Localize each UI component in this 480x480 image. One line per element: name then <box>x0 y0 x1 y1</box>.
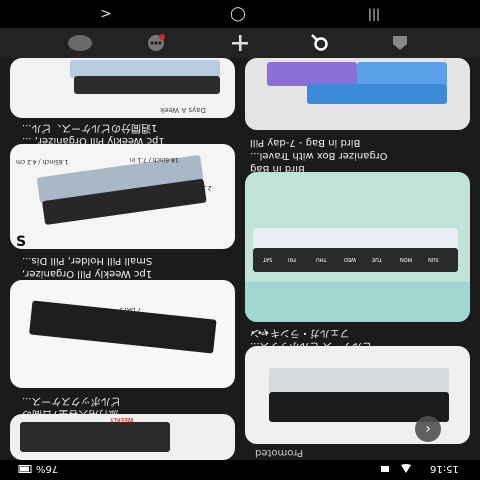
avatar <box>68 35 92 51</box>
tab-chat[interactable] <box>142 31 170 55</box>
more-options-button[interactable]: ••• <box>250 328 271 339</box>
dimension-label: 1.65inch / 4.2 cm <box>16 158 69 165</box>
caption-line: 1週間分のピルケース、ピル... <box>22 122 158 133</box>
home-button[interactable]: ◯ <box>226 4 250 24</box>
day-label: WED <box>344 256 356 262</box>
pin-card-weekly-2[interactable]: S 18.6inch / 7.1 in 2.250 inch 1.65inch … <box>10 144 235 249</box>
pin-feed: Days A Week 1pc Weekly Pill Organizer, .… <box>0 58 480 460</box>
tab-home[interactable] <box>386 31 414 55</box>
caption-line: 1pc Weekly Pill Organizer, <box>22 268 153 279</box>
status-bar: 15:16 76% <box>0 460 480 480</box>
keyboard-image <box>245 282 470 322</box>
tab-create[interactable] <box>226 31 254 55</box>
caption-line: Organizer Box with Travel... <box>250 150 388 161</box>
size-tag: S <box>16 234 27 249</box>
dimension-label: 18.6inch / 7.1 in <box>130 156 179 163</box>
caption-line: Small Pill Holder, Pill Dis... <box>22 255 153 266</box>
plus-icon <box>232 35 248 51</box>
tag-label: 7 DAYS <box>120 306 142 313</box>
day-labels: SUN MON TUE WED THU FRI SAT <box>263 256 448 266</box>
pill-box-image <box>267 62 447 112</box>
pin-caption: 1pc Weekly Pill Organizer, Small Pill Ho… <box>22 254 222 280</box>
caption-line: Bird in Bag - 7-day Pill <box>250 137 361 148</box>
tag-label: Days A Week <box>160 106 206 114</box>
bottom-tab-bar <box>0 28 480 58</box>
home-icon: ◯ <box>230 6 246 22</box>
day-label: FRI <box>288 256 296 262</box>
pin-caption: Bird in Bag Organizer Box with Travel...… <box>250 136 460 175</box>
clock: 15:16 <box>430 463 459 474</box>
pin-card-travel[interactable]: 7 DAYS <box>10 280 235 388</box>
pin-card-pill-case-green[interactable]: SUN MON TUE WED THU FRI SAT <box>245 172 470 322</box>
pill-box-image <box>269 368 449 424</box>
tab-profile[interactable] <box>66 31 94 55</box>
back-icon: > <box>100 6 112 22</box>
battery-icon <box>18 465 32 473</box>
back-button[interactable]: > <box>94 4 118 24</box>
pill-box-image <box>70 60 220 100</box>
day-label: SAT <box>263 256 273 262</box>
home-icon-tab <box>393 36 407 50</box>
recents-button[interactable]: ||| <box>362 4 386 24</box>
notification-icon <box>381 466 389 472</box>
wifi-icon <box>401 464 411 473</box>
pill-box-image <box>253 228 458 278</box>
day-label: MON <box>400 256 412 262</box>
pin-card-weekly-1[interactable]: Days A Week <box>10 58 235 118</box>
pin-card-promoted[interactable]: › <box>245 346 470 444</box>
battery-level: 76% <box>36 463 59 474</box>
day-label: TUE <box>372 256 382 262</box>
recents-icon: ||| <box>367 7 381 21</box>
pin-card-bird-in-bag[interactable] <box>245 58 470 130</box>
system-nav-bar: > ◯ ||| <box>0 0 480 28</box>
day-label: SUN <box>428 256 439 262</box>
day-label: THU <box>316 256 327 262</box>
pin-card-weekly-3[interactable]: WEEKLY <box>10 414 235 460</box>
tab-search[interactable] <box>306 31 334 55</box>
caption-line: ピルボックスケース... <box>22 395 121 406</box>
caption-line: フェルガ・ランキャン <box>250 327 350 338</box>
tag-label: WEEKLY <box>110 416 134 423</box>
dimension-label: 2.250 inch <box>180 184 212 191</box>
chat-icon <box>148 34 165 51</box>
promoted-label: Promoted <box>255 447 304 458</box>
search-icon <box>311 34 328 51</box>
chevron-right-icon[interactable]: › <box>415 416 441 442</box>
pill-box-image <box>36 154 209 237</box>
pill-box-image <box>20 422 170 452</box>
